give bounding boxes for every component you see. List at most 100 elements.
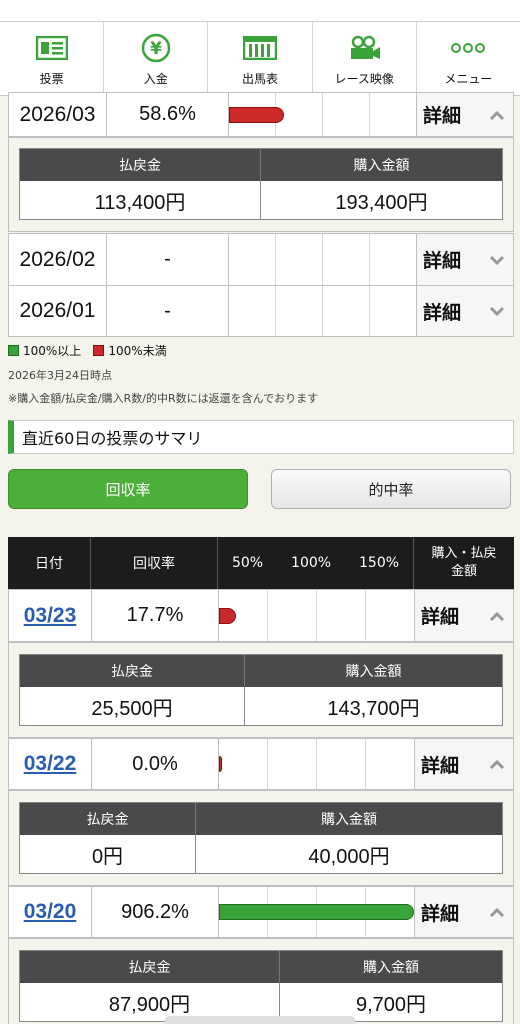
th-date: 日付 — [8, 537, 91, 589]
purchase-value: 143,700円 — [327, 697, 420, 720]
payout-value: 113,400円 — [20, 181, 261, 219]
detail-label: 詳細 — [423, 250, 462, 272]
payout-table: 払戻金 購入金額 113,400円 193,400円 — [19, 148, 503, 220]
daily-date[interactable]: 03/23 — [9, 590, 92, 641]
nav-label: 入金 — [143, 72, 168, 86]
daily-date[interactable]: 03/20 — [9, 887, 92, 937]
month-detail-panel: 払戻金 購入金額 113,400円 193,400円 — [8, 137, 514, 232]
month-date: 2026/03 — [9, 93, 107, 136]
purchase-header: 購入金額 — [321, 812, 377, 828]
payout-value: 0円 — [20, 835, 196, 873]
daily-rate: 0.0% — [92, 739, 219, 789]
month-rate-bar-cell — [229, 286, 417, 336]
month-row: 2026/01 - 詳細 — [8, 285, 514, 337]
rate-bar — [219, 607, 237, 624]
yen-icon: ¥ — [139, 33, 173, 63]
chevron-up-icon — [489, 756, 505, 772]
daily-row: 03/22 0.0% 詳細 — [8, 738, 514, 790]
th-50: 50% — [231, 555, 264, 571]
purchase-header: 購入金額 — [345, 664, 402, 680]
detail-label: 詳細 — [421, 606, 460, 628]
rate-bar — [229, 106, 284, 123]
rate-bar — [219, 756, 222, 772]
daily-row: 03/23 17.7% 詳細 — [8, 589, 514, 642]
nav-label: 投票 — [39, 72, 64, 86]
daily-rate-bar-cell — [219, 739, 415, 789]
payout-table: 払戻金 購入金額 25,500円 143,700円 — [19, 654, 503, 726]
payout-header: 払戻金 — [20, 803, 196, 835]
nav-label: レース映像 — [334, 72, 394, 86]
daily-detail-panel: 払戻金 購入金額 25,500円 143,700円 — [8, 642, 514, 738]
th-percent-scale: 50% 100% 150% — [218, 537, 414, 589]
month-rate: 58.6% — [107, 93, 229, 136]
legend-under: 100%未満 — [108, 344, 167, 358]
video-camera-icon — [347, 34, 381, 62]
racecard-icon — [243, 34, 277, 62]
detail-toggle[interactable]: 詳細 — [415, 590, 513, 641]
month-rate-bar-cell — [229, 234, 417, 285]
recovery-rate-button[interactable]: 回収率 — [8, 469, 248, 509]
daily-rate: 17.7% — [92, 590, 219, 641]
detail-toggle[interactable]: 詳細 — [415, 739, 513, 789]
legend-red-swatch — [93, 345, 105, 356]
rate-bar — [219, 904, 414, 920]
payout-header: 払戻金 — [20, 951, 280, 983]
nav-label: 出馬表 — [242, 72, 279, 86]
menu-dots-icon — [451, 34, 486, 62]
daily-rate-bar-cell — [219, 887, 415, 937]
th-rate: 回収率 — [91, 537, 218, 589]
month-date: 2026/02 — [9, 234, 107, 285]
purchase-value: 40,000円 — [308, 845, 390, 868]
detail-label: 詳細 — [421, 902, 460, 925]
daily-date-link[interactable]: 03/20 — [24, 900, 77, 924]
daily-detail-panel: 払戻金 購入金額 87,900円 9,700円 — [8, 938, 514, 1024]
chevron-up-icon — [489, 608, 505, 624]
month-rate: - — [107, 234, 229, 285]
payout-value: 25,500円 — [20, 687, 245, 725]
note-text: ※購入金額/払戻金/購入R数/的中R数には返還を含んでおります — [8, 392, 319, 405]
detail-toggle[interactable]: 詳細 — [417, 93, 513, 136]
legend-over: 100%以上 — [23, 344, 82, 358]
daily-rate-bar-cell — [219, 590, 415, 641]
nav-vote[interactable]: 投票 — [0, 22, 105, 95]
legend: 100%以上 100%未満 — [8, 342, 167, 359]
detail-label: 詳細 — [423, 105, 462, 127]
chevron-up-icon — [489, 107, 505, 123]
nav-race-video[interactable]: レース映像 — [313, 22, 417, 95]
month-row: 2026/03 58.6% 詳細 — [8, 92, 514, 137]
nav-racecard[interactable]: 出馬表 — [208, 22, 313, 95]
month-row: 2026/02 - 詳細 — [8, 233, 514, 286]
svg-text:¥: ¥ — [150, 39, 162, 59]
daily-date-link[interactable]: 03/23 — [24, 604, 77, 628]
hit-rate-button[interactable]: 的中率 — [271, 469, 511, 509]
nav-deposit[interactable]: ¥ 入金 — [104, 22, 209, 95]
month-date: 2026/01 — [9, 286, 107, 336]
month-rate: - — [107, 286, 229, 336]
daily-date-link[interactable]: 03/22 — [24, 752, 77, 776]
chevron-down-icon — [489, 303, 505, 319]
purchase-header: 購入金額 — [353, 158, 410, 174]
payout-table: 払戻金 購入金額 87,900円 9,700円 — [19, 950, 503, 1022]
nav-menu[interactable]: メニュー — [417, 22, 520, 95]
th-100: 100% — [291, 555, 332, 571]
timestamp: 2026年3月24日時点 — [8, 369, 112, 382]
th-150: 150% — [359, 555, 400, 571]
main-nav: 投票 ¥ 入金 出馬表 レース映像 メニュー — [0, 22, 520, 96]
purchase-header: 購入金額 — [363, 960, 419, 976]
detail-label: 詳細 — [423, 301, 462, 324]
nav-label: メニュー — [444, 72, 493, 86]
daily-date[interactable]: 03/22 — [9, 739, 92, 789]
section-title: 直近60日の投票のサマリ — [8, 420, 514, 454]
legend-green-swatch — [8, 345, 19, 356]
payout-header: 払戻金 — [20, 149, 261, 181]
top-strip — [0, 0, 520, 22]
detail-toggle[interactable]: 詳細 — [415, 887, 513, 937]
detail-toggle[interactable]: 詳細 — [417, 286, 513, 336]
ticket-icon — [35, 34, 69, 62]
detail-label: 詳細 — [421, 754, 460, 777]
daily-detail-panel: 払戻金 購入金額 0円 40,000円 — [8, 790, 514, 886]
daily-row: 03/20 906.2% 詳細 — [8, 886, 514, 938]
chevron-up-icon — [489, 904, 505, 920]
detail-toggle[interactable]: 詳細 — [417, 234, 513, 285]
payout-table: 払戻金 購入金額 0円 40,000円 — [19, 802, 503, 874]
